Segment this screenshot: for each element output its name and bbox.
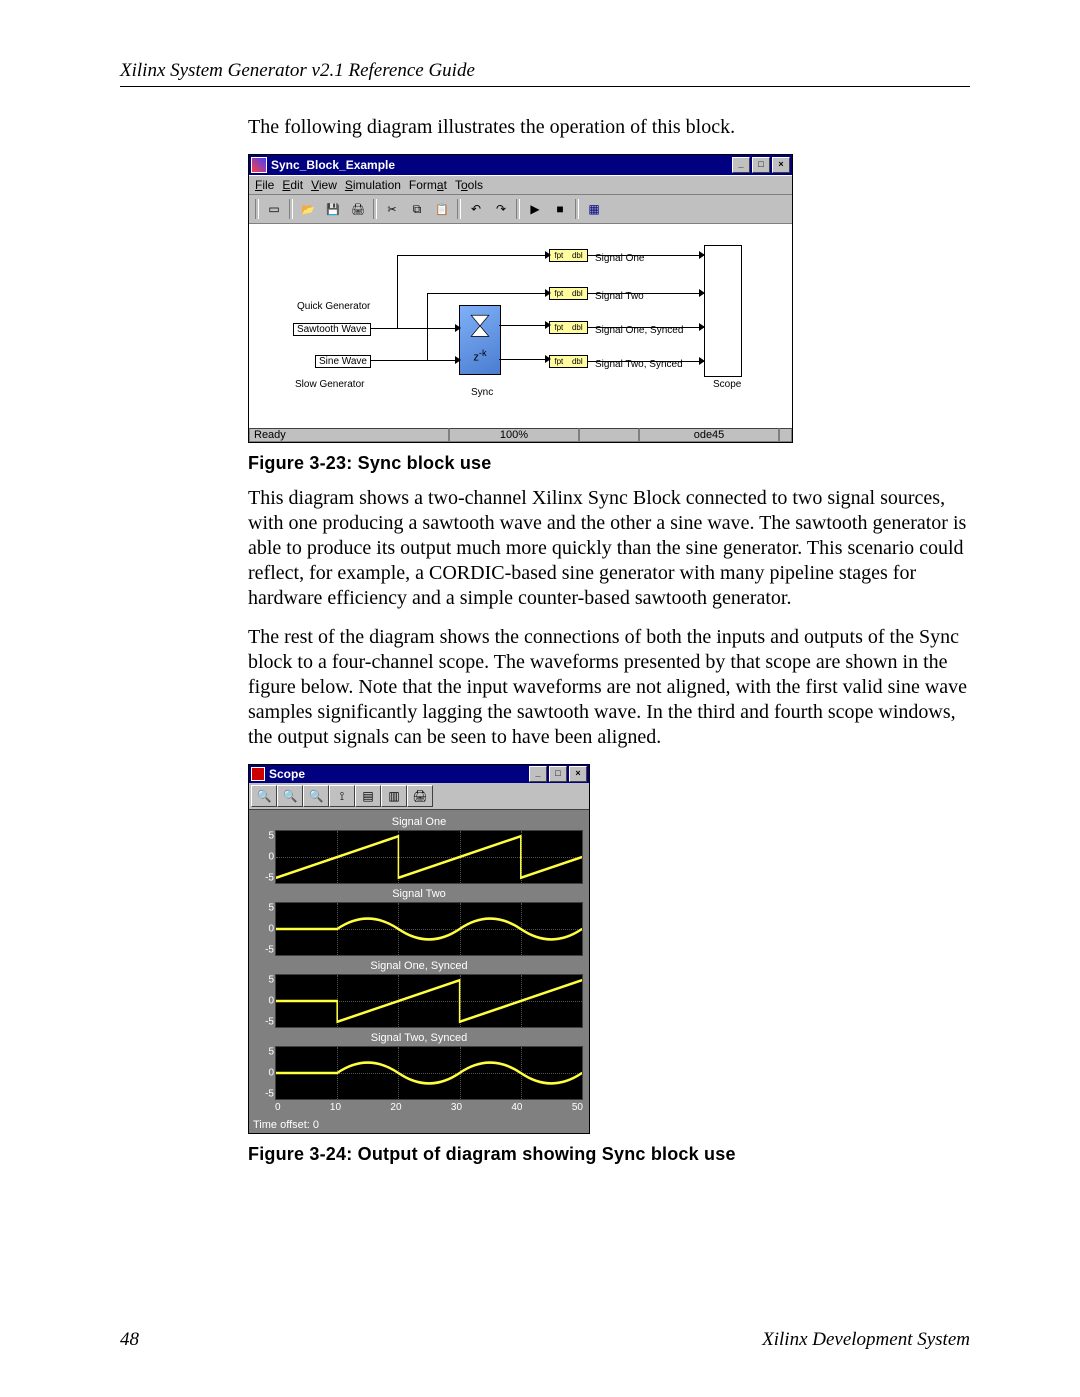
plot-signal-one-synced: Signal One, Synced 5 0 -5 [255, 958, 583, 1028]
converter-3[interactable]: fptdbl [549, 321, 588, 334]
scope-app-icon [251, 767, 265, 781]
ytick: 0 [256, 996, 274, 1007]
scope-minimize-button[interactable]: _ [529, 766, 547, 782]
autoscale-icon[interactable]: ⟟ [329, 785, 355, 807]
label-sync: Sync [471, 387, 493, 398]
plot4-title: Signal Two, Synced [255, 1030, 583, 1046]
x-axis: 0 10 20 30 40 50 [275, 1102, 583, 1115]
running-header: Xilinx System Generator v2.1 Reference G… [120, 60, 970, 87]
menu-tools[interactable]: Tools [455, 178, 483, 192]
plot2-title: Signal Two [255, 886, 583, 902]
model-canvas[interactable]: Quick Generator Sawtooth Wave Sine Wave … [249, 224, 792, 427]
ytick: -5 [256, 1088, 274, 1099]
scope-block[interactable] [704, 245, 742, 377]
sync-block[interactable]: z-k [459, 305, 501, 375]
status-solver: ode45 [639, 428, 779, 442]
label-quick-generator: Quick Generator [297, 301, 370, 312]
zoom-x-icon[interactable]: 🔍 [277, 785, 303, 807]
ytick: 5 [256, 903, 274, 914]
new-icon[interactable] [262, 198, 286, 220]
ytick: 0 [256, 924, 274, 935]
redo-icon[interactable] [489, 198, 513, 220]
maximize-button[interactable]: □ [752, 157, 770, 173]
plot1-title: Signal One [255, 814, 583, 830]
scope-toolbar: 🔍 🔍 🔍 ⟟ ▤ ▥ 🖨 [249, 783, 589, 810]
close-button[interactable]: × [772, 157, 790, 173]
print-scope-icon[interactable]: 🖨 [407, 785, 433, 807]
intro-paragraph: The following diagram illustrates the op… [248, 115, 970, 140]
ytick: 0 [256, 852, 274, 863]
converter-2[interactable]: fptdbl [549, 287, 588, 300]
port-sawtooth[interactable]: Sawtooth Wave [293, 323, 371, 336]
menu-edit[interactable]: Edit [282, 178, 303, 192]
print-icon[interactable] [346, 198, 370, 220]
scope-title: Scope [269, 767, 529, 781]
label-scope: Scope [713, 379, 741, 390]
titlebar[interactable]: Sync_Block_Example _ □ × [249, 155, 792, 175]
scope-window: Scope _ □ × 🔍 🔍 🔍 ⟟ ▤ ▥ 🖨 Signal On [248, 764, 590, 1134]
converter-4[interactable]: fptdbl [549, 355, 588, 368]
menubar: File Edit View Simulation Format Tools [249, 175, 792, 195]
converter-1[interactable]: fptdbl [549, 249, 588, 262]
ytick: -5 [256, 872, 274, 883]
ytick: -5 [256, 944, 274, 955]
plot-signal-two: Signal Two 5 0 -5 [255, 886, 583, 956]
restore-config-icon[interactable]: ▥ [381, 785, 407, 807]
window-title: Sync_Block_Example [271, 158, 732, 172]
cut-icon[interactable] [380, 198, 404, 220]
statusbar: Ready 100% ode45 [249, 427, 792, 442]
save-icon[interactable] [321, 198, 345, 220]
zoom-y-icon[interactable]: 🔍 [303, 785, 329, 807]
paragraph-3: The rest of the diagram shows the connec… [248, 625, 970, 750]
figure-24-caption: Figure 3-24: Output of diagram showing S… [248, 1144, 970, 1165]
menu-file[interactable]: File [255, 178, 274, 192]
minimize-button[interactable]: _ [732, 157, 750, 173]
paragraph-2: This diagram shows a two-channel Xilinx … [248, 486, 970, 611]
library-icon[interactable] [582, 198, 606, 220]
page-footer: 48 Xilinx Development System [120, 1329, 970, 1351]
undo-icon[interactable] [464, 198, 488, 220]
scope-time-offset: Time offset: 0 [249, 1117, 589, 1133]
status-ready: Ready [249, 428, 449, 442]
simulink-window: Sync_Block_Example _ □ × File Edit View … [248, 154, 793, 443]
page-number: 48 [120, 1329, 139, 1351]
toolbar [249, 195, 792, 224]
ytick: 5 [256, 975, 274, 986]
plot3-title: Signal One, Synced [255, 958, 583, 974]
scope-plot-area: Signal One 5 0 -5 Signal Two [249, 810, 589, 1117]
ytick: 5 [256, 1047, 274, 1058]
menu-view[interactable]: View [311, 178, 337, 192]
port-sine[interactable]: Sine Wave [315, 355, 371, 368]
stop-icon[interactable] [548, 198, 572, 220]
scope-maximize-button[interactable]: □ [549, 766, 567, 782]
plot-signal-two-synced: Signal Two, Synced 5 0 -5 [255, 1030, 583, 1100]
label-slow-generator: Slow Generator [295, 379, 364, 390]
zk-label: z-k [473, 348, 486, 364]
scope-close-button[interactable]: × [569, 766, 587, 782]
save-config-icon[interactable]: ▤ [355, 785, 381, 807]
ytick: 5 [256, 831, 274, 842]
figure-23-caption: Figure 3-23: Sync block use [248, 453, 970, 474]
app-icon [251, 157, 267, 173]
play-icon[interactable] [523, 198, 547, 220]
ytick: 0 [256, 1068, 274, 1079]
status-zoom: 100% [449, 428, 579, 442]
paste-icon[interactable] [430, 198, 454, 220]
menu-simulation[interactable]: Simulation [345, 178, 401, 192]
zoom-in-icon[interactable]: 🔍 [251, 785, 277, 807]
menu-format[interactable]: Format [409, 178, 447, 192]
scope-titlebar[interactable]: Scope _ □ × [249, 765, 589, 783]
open-icon[interactable] [296, 198, 320, 220]
plot-signal-one: Signal One 5 0 -5 [255, 814, 583, 884]
copy-icon[interactable] [405, 198, 429, 220]
ytick: -5 [256, 1016, 274, 1027]
footer-system: Xilinx Development System [762, 1329, 970, 1351]
